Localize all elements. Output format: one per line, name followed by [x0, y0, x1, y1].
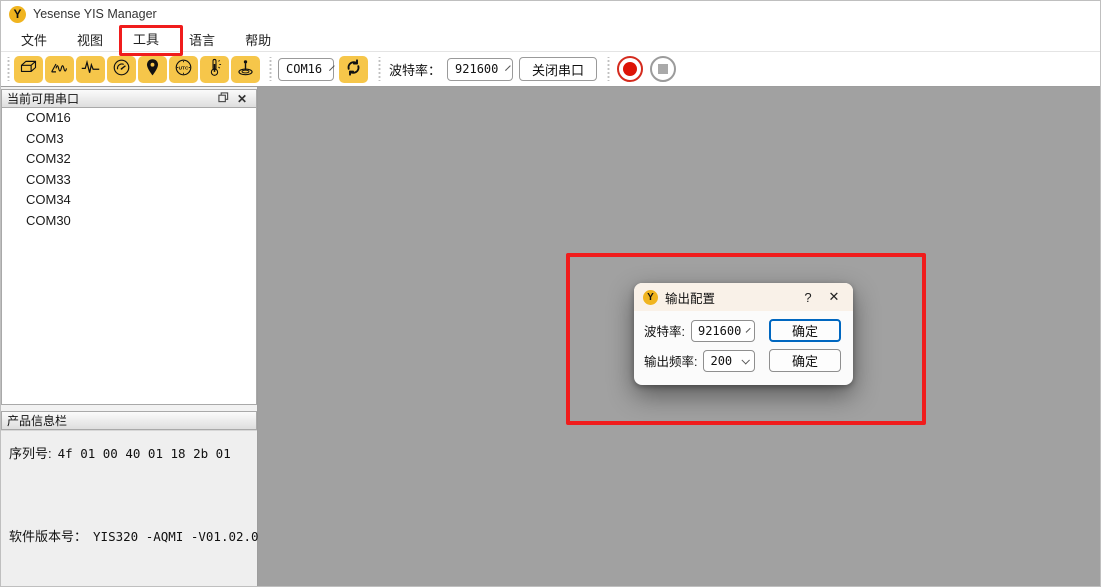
product-info-title: 产品信息栏 [7, 412, 67, 429]
dialog-titlebar: Y 输出配置 ? ✕ [634, 283, 853, 311]
temperature-button[interactable] [200, 56, 229, 83]
firmware-version-label: 软件版本号： [9, 526, 87, 545]
thermometer-icon [204, 57, 225, 81]
refresh-icon [343, 57, 364, 81]
menu-item-tools-wrap: 工具 [123, 29, 179, 49]
dialog-baud-value: 921600 [698, 324, 741, 338]
content-area: 当前可用串口 ✕ COM16COM3COM32COM33COM34COM30 产… [1, 87, 1100, 587]
serial-ports-panel: 当前可用串口 ✕ COM16COM3COM32COM33COM34COM30 产… [1, 87, 258, 587]
app-title: Yesense YIS Manager [33, 7, 157, 21]
float-panel-button[interactable] [214, 91, 233, 106]
baud-rate-value: 921600 [455, 62, 498, 76]
menu-item-help[interactable]: 帮助 [235, 27, 281, 52]
record-button[interactable] [617, 56, 643, 82]
chevron-down-icon [742, 356, 750, 364]
dialog-help-button[interactable]: ? [795, 286, 821, 308]
serial-number-value: 4f 01 00 40 01 18 2b 01 [58, 446, 231, 461]
menu-item-view[interactable]: 视图 [67, 27, 113, 52]
baud-rate-row: 波特率: 921600 确定 [644, 318, 841, 343]
chevron-down-icon [746, 327, 751, 332]
menubar: 文件 视图 工具 语言 帮助 [1, 27, 1100, 52]
probe-icon [235, 57, 256, 81]
port-select[interactable]: COM16 [278, 58, 334, 81]
refresh-ports-button[interactable] [339, 56, 368, 83]
location-button[interactable] [138, 56, 167, 83]
location-pin-icon [142, 57, 163, 81]
toolbar-grip[interactable] [606, 57, 611, 81]
firmware-version-value: YIS320 -AQMI -V01.02.03; [93, 529, 274, 544]
float-icon [218, 91, 229, 106]
toolbar: UTC COM16 波特率： 921600 关闭串口 [1, 52, 1100, 87]
output-frequency-row: 输出频率: 200 确定 [644, 348, 841, 373]
menu-item-file[interactable]: 文件 [11, 27, 57, 52]
dialog-close-button[interactable]: ✕ [821, 286, 847, 308]
app-window: Y Yesense YIS Manager 文件 视图 工具 语言 帮助 UTC… [0, 0, 1101, 587]
3d-view-button[interactable] [14, 56, 43, 83]
serial-ports-panel-header: 当前可用串口 ✕ [1, 89, 257, 108]
angle-wave-icon [49, 57, 70, 81]
dialog-baud-select[interactable]: 921600 [691, 320, 755, 342]
list-item-port[interactable]: COM33 [2, 170, 256, 191]
baud-rate-select[interactable]: 921600 [447, 58, 513, 81]
gauge-button[interactable] [107, 56, 136, 83]
utc-time-button[interactable]: UTC [169, 56, 198, 83]
output-config-dialog: Y 输出配置 ? ✕ 波特率: 921600 确定 输出 [634, 283, 853, 385]
angle-plot-button[interactable] [45, 56, 74, 83]
product-info-header: 产品信息栏 [1, 411, 257, 430]
titlebar: Y Yesense YIS Manager [1, 1, 1100, 27]
dialog-logo-icon: Y [643, 290, 658, 305]
dialog-frequency-confirm-button[interactable]: 确定 [769, 349, 841, 372]
utc-clock-icon: UTC [173, 57, 194, 81]
dialog-frequency-value: 200 [710, 354, 732, 368]
list-item-port[interactable]: COM16 [2, 108, 256, 129]
stop-icon [658, 64, 668, 74]
list-item-port[interactable]: COM30 [2, 211, 256, 232]
dialog-body: 波特率: 921600 确定 输出频率: 200 确定 [634, 311, 853, 373]
firmware-version-line: 软件版本号： YIS320 -AQMI -V01.02.03; [9, 526, 249, 545]
dialog-frequency-label: 输出频率: [644, 351, 697, 370]
close-icon: ✕ [237, 92, 247, 106]
stop-button[interactable] [650, 56, 676, 82]
svg-text:UTC: UTC [179, 65, 189, 71]
dialog-title: 输出配置 [665, 288, 795, 307]
menu-item-tools[interactable]: 工具 [123, 29, 169, 50]
toolbar-grip[interactable] [268, 57, 273, 81]
close-serial-port-button[interactable]: 关闭串口 [519, 57, 597, 81]
port-select-value: COM16 [286, 62, 322, 76]
app-logo-icon: Y [9, 6, 26, 23]
main-workspace: Y 输出配置 ? ✕ 波特率: 921600 确定 输出 [258, 87, 1100, 587]
cube-icon [18, 57, 39, 81]
chevron-down-icon [505, 65, 511, 71]
port-list[interactable]: COM16COM3COM32COM33COM34COM30 [1, 108, 257, 405]
toolbar-grip[interactable] [6, 57, 11, 81]
toolbar-grip[interactable] [377, 57, 382, 81]
baud-rate-label: 波特率： [389, 60, 441, 79]
record-icon [623, 62, 637, 76]
list-item-port[interactable]: COM34 [2, 190, 256, 211]
chevron-down-icon [329, 65, 335, 71]
dialog-frequency-select[interactable]: 200 [703, 350, 755, 372]
list-item-port[interactable]: COM3 [2, 129, 256, 150]
serial-ports-panel-title: 当前可用串口 [7, 90, 79, 107]
serial-number-line: 序列号: 4f 01 00 40 01 18 2b 01 [9, 443, 249, 462]
menu-item-language[interactable]: 语言 [179, 27, 225, 52]
close-panel-button[interactable]: ✕ [233, 92, 251, 106]
list-item-port[interactable]: COM32 [2, 149, 256, 170]
product-info-area: 序列号: 4f 01 00 40 01 18 2b 01 软件版本号： YIS3… [1, 430, 257, 587]
serial-number-label: 序列号: [9, 443, 52, 462]
dialog-baud-label: 波特率: [644, 321, 685, 340]
waveform-plot-button[interactable] [76, 56, 105, 83]
waveform-icon [80, 57, 101, 81]
dialog-baud-confirm-button[interactable]: 确定 [769, 319, 841, 342]
gauge-icon [111, 57, 132, 81]
probe-button[interactable] [231, 56, 260, 83]
